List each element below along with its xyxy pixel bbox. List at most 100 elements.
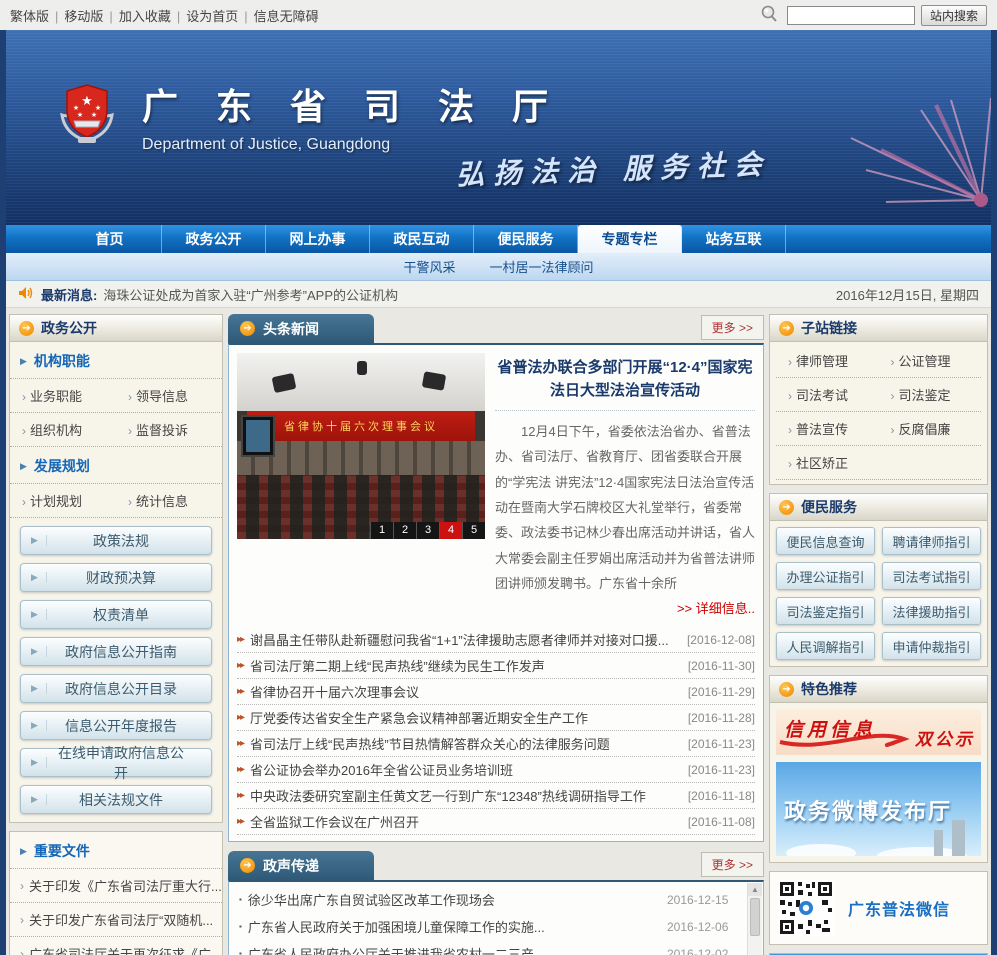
voice-item[interactable]: ▪ 广东省人民政府办公厅关于推进我省农村一二三产... 2016-12-02 [239,940,739,955]
news-item[interactable]: ▸▸ 厅党委传达省安全生产紧急会议精神部署近期安全生产工作 [2016-11-28] [237,705,755,732]
news-item[interactable]: ▸▸ 谢昌晶主任带队赴新疆慰问我省“1+1”法律援助志愿者律师并对接对口援...[… [237,627,755,654]
headline-article-title[interactable]: 省普法办联合多部门开展“12·4”国家宪法日大型法治宣传活动 [495,357,755,411]
group-heading-label: 机构职能 [33,353,90,369]
button-info-query[interactable]: 便民信息查询 [776,527,875,555]
button-policies-regulations[interactable]: ▶ 政策法规 [20,526,212,555]
scrollbar-thumb[interactable] [750,898,760,937]
news-item[interactable]: ▸▸ 全省监狱工作会议在广州召开 [2016-11-08] [237,809,755,836]
doc-link[interactable]: › 广东省司法厅关于再次征求《广... [10,937,222,955]
link-add-favorite[interactable]: 加入收藏 [119,6,186,25]
headline-photo-carousel[interactable]: 省律协十届六次理事会议 1 2 3 4 5 [237,353,485,539]
carousel-page-2[interactable]: 2 [393,522,416,539]
link-mobile-version[interactable]: 移动版 [64,6,118,25]
link-statistics[interactable]: › 统计信息 [116,484,222,517]
link-judicial-appraisal[interactable]: › 司法鉴定 [879,378,982,411]
arrow-circle-icon: ➔ [779,681,794,697]
ticker-headline-link[interactable]: 海珠公证处成为首家入驻“广州参考”APP的公证机构 [103,285,398,304]
gov-voice-box: ▪ 徐少华出席广东自贸试验区改革工作现场会 2016-12-15 ▪ 广东省人民政府关… [228,880,764,955]
scroll-up-icon[interactable]: ▲ [748,883,762,897]
carousel-page-5[interactable]: 5 [462,522,485,539]
triangle-icon: ▶ [20,845,27,856]
group-org-functions[interactable]: ▶ 机构职能 [10,342,222,379]
subnav-village-legal-advisor[interactable]: 一村居一法律顾问 [490,257,594,276]
nav-convenience[interactable]: 便民服务 [474,225,578,253]
right-sidebar: ➔ 子站链接 › 律师管理 › 公证管理 › 司法考试 › 司法鉴定 › 普法宣传 › 反腐… [769,314,988,955]
photo-tv-screen [241,415,275,457]
double-arrow-icon: ▸▸ [237,660,245,672]
carousel-page-4-active[interactable]: 4 [439,522,462,539]
link-accessibility[interactable]: 信息无障碍 [254,6,319,25]
subsites-panel: ➔ 子站链接 › 律师管理 › 公证管理 › 司法考试 › 司法鉴定 › 普法宣传 › 反腐… [769,314,988,485]
button-exam-guide[interactable]: 司法考试指引 [882,562,981,590]
voice-item[interactable]: ▪ 广东省人民政府关于加强困境儿童保障工作的实施... 2016-12-06 [239,913,739,940]
button-related-regulations[interactable]: ▶ 相关法规文件 [20,785,212,814]
main-nav: 首页 政务公开 网上办事 政民互动 便民服务 专题专栏 站务互联 [6,225,991,253]
link-community-correction[interactable]: › 社区矫正 [776,446,879,479]
button-disclosure-guide[interactable]: ▶ 政府信息公开指南 [20,637,212,666]
site-search-button[interactable]: 站内搜索 [920,4,987,26]
nav-site-links[interactable]: 站务互联 [682,225,786,253]
link-traditional-chinese[interactable]: 繁体版 [10,6,64,25]
link-lawyer-admin[interactable]: › 律师管理 [776,344,879,377]
news-item[interactable]: ▸▸ 中央政法委研究室副主任黄文艺一行到广东“12348”热线调研指导工作 [201… [237,783,755,810]
link-anti-corruption[interactable]: › 反腐倡廉 [879,412,982,445]
services-title: 便民服务 [801,499,857,515]
svg-text:★: ★ [77,111,83,119]
button-arbitration-guide[interactable]: 申请仲裁指引 [882,632,981,660]
news-item[interactable]: ▸▸ 省司法厅第二期上线“民声热线”继续为民生工作发声 [2016-11-30] [237,653,755,680]
wechat-qr-panel[interactable]: 广东普法微信 [769,871,988,945]
news-item[interactable]: ▸▸ 省司法厅上线“民声热线”节目热情解答群众关心的法律服务问题 [2016-11-… [237,731,755,758]
headline-wrap: 省律协十届六次理事会议 1 2 3 4 5 省普法办联合多部门开展“12·4”国… [229,345,763,625]
nav-online-services[interactable]: 网上办事 [266,225,370,253]
button-legal-aid-guide[interactable]: 法律援助指引 [882,597,981,625]
subnav-officer-style[interactable]: 干警风采 [403,257,455,276]
link-supervision-complaints[interactable]: › 监督投诉 [116,413,222,446]
site-brand[interactable]: ★ ★ ★ ★ ★ 广 东 省 司 法 厅 Department of Just… [54,78,562,154]
link-leadership-info[interactable]: › 领导信息 [116,379,222,412]
gov-voice-tab[interactable]: ➔ 政声传递 [228,851,374,881]
headline-news-header: ➔ 头条新闻 更多 >> [228,314,764,343]
button-online-disclosure-request[interactable]: ▶ 在线申请政府信息公开 [20,745,212,781]
doc-link[interactable]: › 关于印发《广东省司法厅重大行... [10,869,222,903]
nav-gov-info[interactable]: 政务公开 [162,225,266,253]
button-responsibility-list[interactable]: ▶ 权责清单 [20,600,212,629]
credit-info-banner[interactable]: 信用信息 双公示 [776,709,981,755]
gov-voice-more-link[interactable]: 更多 >> [700,852,764,878]
main-content: ➔ 政务公开 ▶ 机构职能 › 业务职能 › 领导信息 › 组织机构 › 监督投诉 ▶ … [6,308,991,955]
carousel-page-3[interactable]: 3 [416,522,439,539]
button-notary-guide[interactable]: 办理公证指引 [776,562,875,590]
button-fiscal-budget[interactable]: ▶ 财政预决算 [20,563,212,592]
double-arrow-icon: ▸▸ [237,764,245,776]
headline-news-tab[interactable]: ➔ 头条新闻 [228,314,374,343]
link-judicial-exam[interactable]: › 司法考试 [776,378,879,411]
link-law-publicity[interactable]: › 普法宣传 [776,412,879,445]
button-annual-report[interactable]: ▶ 信息公开年度报告 [20,711,212,740]
news-item[interactable]: ▸▸ 省律协召开十届六次理事会议 [2016-11-29] [237,679,755,706]
button-appraisal-guide[interactable]: 司法鉴定指引 [776,597,875,625]
voice-scrollbar[interactable]: ▲ ▼ [747,883,762,955]
gov-weibo-banner[interactable]: 政务微博发布厅 [776,762,981,856]
link-organization[interactable]: › 组织机构 [10,413,116,446]
nav-interaction[interactable]: 政民互动 [370,225,474,253]
group-development-plans[interactable]: ▶ 发展规划 [10,447,222,484]
chevron-icon: › [22,424,26,438]
headline-detail-link[interactable]: >> 详细信息.. [495,598,755,617]
carousel-page-1[interactable]: 1 [370,522,393,539]
headline-more-link[interactable]: 更多 >> [700,315,764,340]
square-bullet-icon: ▪ [239,949,242,955]
link-planning[interactable]: › 计划规划 [10,484,116,517]
link-business-functions[interactable]: › 业务职能 [10,379,116,412]
voice-item[interactable]: ▪ 徐少华出席广东自贸试验区改革工作现场会 2016-12-15 [239,886,739,913]
news-item[interactable]: ▸▸ 省公证协会举办2016年全省公证员业务培训班 [2016-11-23] [237,757,755,784]
link-notary-admin[interactable]: › 公证管理 [879,344,982,377]
nav-special-topics-active[interactable]: 专题专栏 [578,225,682,253]
site-search-input[interactable] [786,5,915,25]
doc-link[interactable]: › 关于印发广东省司法厅“双随机... [10,903,222,937]
button-mediation-guide[interactable]: 人民调解指引 [776,632,875,660]
speaker-icon [18,286,33,303]
button-hire-lawyer-guide[interactable]: 聘请律师指引 [882,527,981,555]
nav-home[interactable]: 首页 [58,225,162,253]
link-set-homepage[interactable]: 设为首页 [186,6,253,25]
header-wrapper: ★ ★ ★ ★ ★ 广 东 省 司 法 厅 Department of Just… [0,30,997,225]
button-disclosure-catalog[interactable]: ▶ 政府信息公开目录 [20,674,212,703]
